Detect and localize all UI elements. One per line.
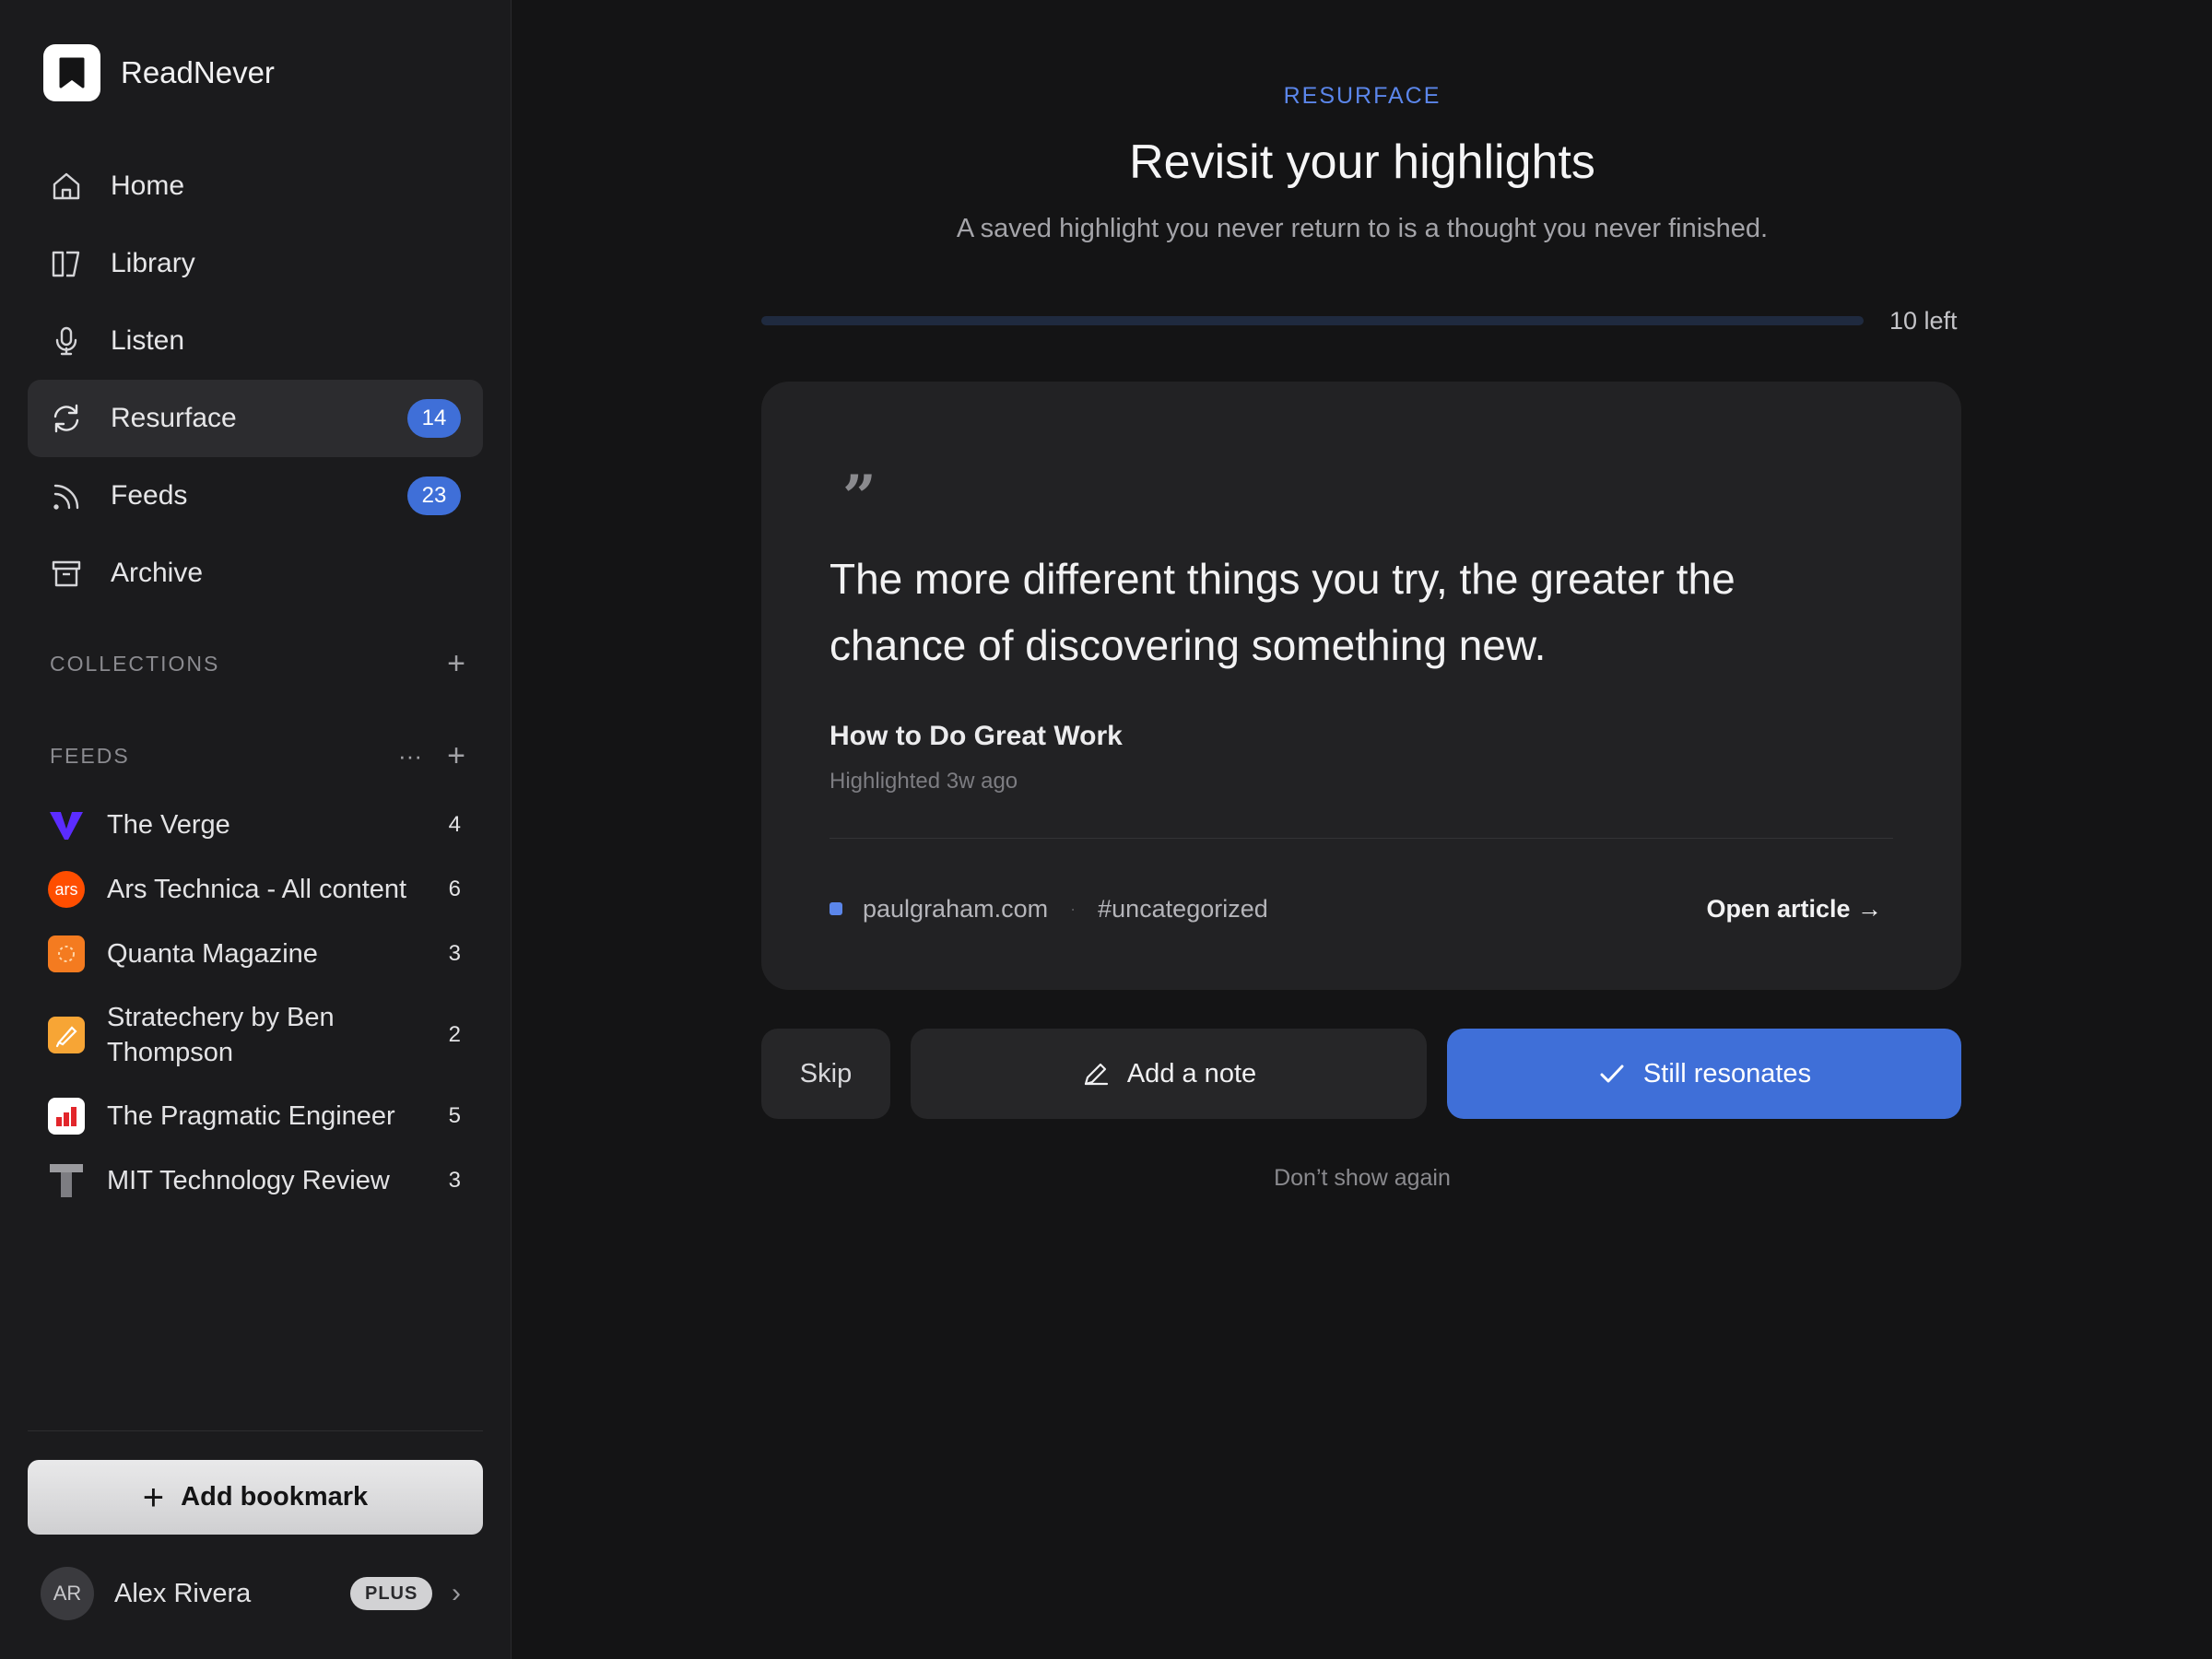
main-nav: Home Library Listen Resurface 14 Feeds 2… — [28, 147, 483, 612]
progress-bar — [761, 316, 1864, 325]
feed-count: 5 — [448, 1103, 461, 1128]
still-resonates-label: Still resonates — [1642, 1058, 1812, 1088]
user-name: Alex Rivera — [114, 1578, 252, 1608]
mit-icon — [48, 1162, 85, 1199]
nav-item-library[interactable]: Library — [28, 225, 483, 302]
add-feed-button[interactable]: + — [442, 740, 470, 771]
home-icon — [50, 170, 83, 203]
feed-item-pragmatic-engineer[interactable]: The Pragmatic Engineer 5 — [48, 1084, 472, 1148]
feed-item-the-verge[interactable]: The Verge 4 — [48, 793, 472, 857]
domain-dot-icon — [830, 902, 842, 915]
page-title: Revisit your highlights — [1129, 135, 1595, 189]
open-article-link[interactable]: Open article → — [1706, 895, 1882, 924]
nav-label: Resurface — [111, 403, 237, 433]
nav-item-resurface[interactable]: Resurface 14 — [28, 380, 483, 457]
rss-icon — [50, 479, 83, 512]
sidebar-divider — [28, 1430, 483, 1431]
feed-label: MIT Technology Review — [107, 1166, 390, 1195]
feed-label: The Pragmatic Engineer — [107, 1101, 395, 1131]
sidebar: ReadNever Home Library Listen Resurface — [0, 0, 512, 1659]
skip-label: Skip — [799, 1058, 853, 1088]
resurface-count-badge: 14 — [407, 399, 461, 438]
separator: · — [1070, 899, 1077, 918]
feed-item-mit-tech-review[interactable]: MIT Technology Review 3 — [48, 1148, 472, 1213]
skip-button[interactable]: Skip — [761, 1029, 890, 1119]
nav-label: Library — [111, 248, 195, 278]
nav-label: Listen — [111, 325, 185, 356]
nav-item-feeds[interactable]: Feeds 23 — [28, 457, 483, 535]
feeds-count-badge: 23 — [407, 477, 461, 515]
collections-header: COLLECTIONS + — [50, 645, 470, 682]
archive-icon — [50, 557, 83, 590]
feed-count: 2 — [448, 1022, 461, 1047]
chevron-right-icon: › — [452, 1578, 461, 1608]
section-eyebrow: RESURFACE — [1283, 83, 1441, 109]
nav-item-archive[interactable]: Archive — [28, 535, 483, 612]
still-resonates-button[interactable]: Still resonates — [1447, 1029, 1961, 1119]
highlight-quote: The more different things you try, the g… — [830, 555, 1735, 669]
feed-label: Stratechery by Ben Thompson — [107, 1003, 335, 1067]
microphone-icon — [50, 324, 83, 358]
feed-list: The Verge 4 ars Ars Technica - All conte… — [48, 793, 472, 1213]
feed-count: 3 — [448, 1168, 461, 1193]
nav-label: Home — [111, 171, 185, 201]
card-footer: paulgraham.com · #uncategorized Open art… — [830, 890, 1893, 927]
feed-label: The Verge — [107, 810, 230, 840]
check-icon — [1597, 1059, 1627, 1088]
highlight-card: ” The more different things you try, the… — [761, 382, 1961, 990]
nav-label: Archive — [111, 558, 204, 588]
app-name: ReadNever — [121, 55, 275, 89]
feeds-header: FEEDS ··· + — [50, 737, 470, 774]
progress: 10 left — [761, 307, 1961, 335]
feed-item-stratechery[interactable]: Stratechery by Ben Thompson 2 — [48, 986, 472, 1084]
add-bookmark-label: Add bookmark — [181, 1482, 369, 1512]
nav-label: Feeds — [111, 480, 188, 511]
source-title[interactable]: How to Do Great Work — [830, 721, 1123, 752]
refresh-icon — [50, 402, 83, 435]
verge-icon — [48, 806, 85, 843]
nav-item-home[interactable]: Home — [28, 147, 483, 225]
page-subtitle: A saved highlight you never return to is… — [956, 214, 1769, 243]
pencil-icon — [1081, 1059, 1111, 1088]
bookmark-logo-icon — [43, 44, 100, 101]
feed-label: Ars Technica - All content — [107, 875, 407, 904]
quanta-icon — [48, 935, 85, 972]
pragmatic-icon — [48, 1098, 85, 1135]
review-actions: Skip Add a note Still resonates — [761, 1029, 1961, 1119]
source-domain: paulgraham.com — [863, 894, 1049, 923]
library-icon — [50, 247, 83, 280]
remaining-count: 10 left — [1889, 306, 1958, 335]
stratechery-icon — [48, 1017, 85, 1053]
ars-icon: ars — [48, 871, 85, 908]
feed-count: 6 — [448, 877, 461, 901]
quote-icon: ” — [842, 463, 877, 532]
brand[interactable]: ReadNever — [43, 44, 275, 101]
dont-show-again-link[interactable]: Don’t show again — [512, 1165, 2212, 1192]
highlight-meta: Highlighted 3w ago — [830, 769, 1018, 794]
add-bookmark-button[interactable]: + Add bookmark — [28, 1460, 483, 1535]
nav-item-listen[interactable]: Listen — [28, 302, 483, 380]
feeds-more-button[interactable]: ··· — [396, 742, 424, 770]
add-note-button[interactable]: Add a note — [911, 1029, 1427, 1119]
add-collection-button[interactable]: + — [442, 648, 470, 679]
feed-label: Quanta Magazine — [107, 939, 318, 969]
feed-item-ars-technica[interactable]: ars Ars Technica - All content 6 — [48, 857, 472, 922]
feed-count: 3 — [448, 941, 461, 966]
feed-count: 4 — [448, 812, 461, 837]
plus-icon: + — [142, 1477, 165, 1518]
card-divider — [830, 838, 1893, 839]
add-note-label: Add a note — [1126, 1058, 1257, 1088]
plan-badge: PLUS — [350, 1577, 433, 1610]
avatar: AR — [41, 1567, 94, 1620]
feeds-title: FEEDS — [50, 743, 130, 768]
feed-item-quanta[interactable]: Quanta Magazine 3 — [48, 922, 472, 986]
tag[interactable]: #uncategorized — [1098, 895, 1268, 924]
main-content: RESURFACE Revisit your highlights A save… — [512, 0, 2212, 1659]
collections-title: COLLECTIONS — [50, 651, 220, 676]
user-profile[interactable]: AR Alex Rivera PLUS › — [41, 1567, 474, 1620]
